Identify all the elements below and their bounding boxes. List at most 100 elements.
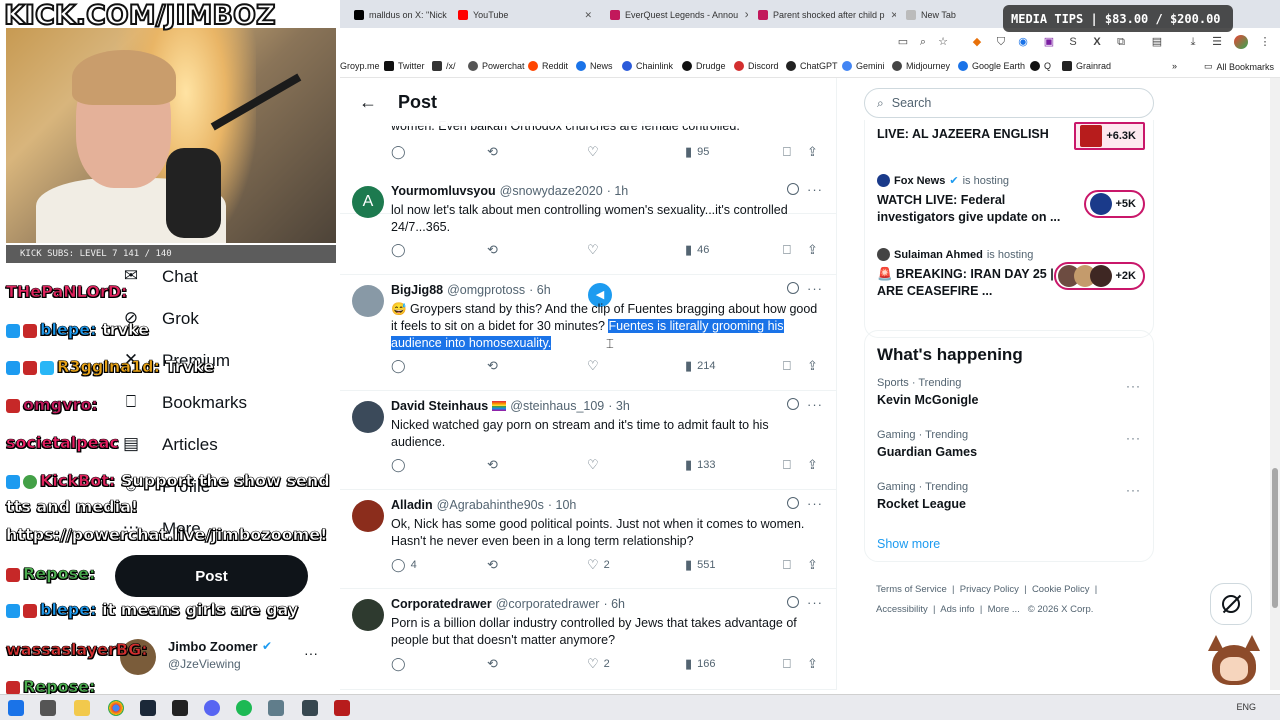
terms-link[interactable]: Terms of Service <box>876 584 947 595</box>
close-icon[interactable]: ✕ <box>885 10 896 21</box>
like-button[interactable]: ♡ <box>587 457 604 473</box>
more-icon[interactable]: ··· <box>1126 431 1141 445</box>
more-icon[interactable]: ··· <box>807 397 823 412</box>
repost-button[interactable]: ⟲ <box>487 358 503 374</box>
share-button[interactable]: ⇪ <box>807 242 823 258</box>
live-count-pill[interactable]: +2K <box>1053 262 1145 290</box>
views-button[interactable]: ▮ 46 <box>685 242 709 258</box>
like-button[interactable]: ♡ <box>587 242 604 258</box>
steam-icon[interactable] <box>140 700 156 716</box>
reply-button[interactable]: ◯ <box>391 358 411 374</box>
trend-item[interactable]: Sports · Trending Kevin McGonigle ··· <box>877 377 1147 407</box>
more-icon[interactable]: ··· <box>807 281 823 296</box>
bookmark-item[interactable]: News <box>576 61 613 71</box>
bookmark-item[interactable]: Reddit <box>528 61 568 71</box>
download-icon[interactable]: ⤓ <box>1186 35 1200 49</box>
profile-avatar-icon[interactable] <box>1234 35 1248 49</box>
star-icon[interactable]: ☆ <box>936 35 950 49</box>
reply-button[interactable]: ◯ <box>391 242 411 258</box>
more-icon[interactable]: ··· <box>1126 483 1141 497</box>
views-button[interactable]: ▮ 95 <box>685 144 709 160</box>
menu-icon[interactable]: ☰ <box>1210 35 1224 49</box>
tweet-time[interactable]: · 10h <box>548 498 577 512</box>
bookmark-item[interactable]: Chainlink <box>622 61 673 71</box>
grok-icon[interactable] <box>787 497 799 509</box>
author-handle[interactable]: @Agrabahinthe90s <box>437 498 544 512</box>
language-indicator[interactable]: ENG <box>1236 702 1256 712</box>
show-more-link[interactable]: Show more <box>877 537 940 551</box>
live-item[interactable]: Fox News ✔ is hosting WATCH LIVE: Federal … <box>877 174 1147 226</box>
spotify-icon[interactable] <box>236 700 252 716</box>
page-scrollbar[interactable] <box>1270 78 1280 690</box>
author-name[interactable]: Corporatedrawer <box>391 597 492 611</box>
more-icon[interactable]: ··· <box>304 645 318 661</box>
browser-tab[interactable]: Parent shocked after child p ✕ <box>752 4 896 26</box>
reply-button[interactable]: ◯ <box>391 656 411 672</box>
author-name[interactable]: David Steinhaus <box>391 399 488 413</box>
bookmark-item[interactable]: Grainrad <box>1062 61 1111 71</box>
like-button[interactable]: ♡ 2 <box>587 557 610 573</box>
bookmark-item[interactable]: ChatGPT <box>786 61 838 71</box>
live-item[interactable]: LIVE: AL JAZEERA ENGLISH +6.3K <box>877 122 1147 150</box>
author-name[interactable]: Yourmomluvsyou <box>391 184 496 198</box>
tweet[interactable]: David Steinhaus @steinhaus_109 · 3h ··· Ni… <box>340 391 836 490</box>
scrollbar-thumb[interactable] <box>1272 468 1278 608</box>
browser-tab[interactable]: EverQuest Legends - Annou ✕ <box>604 4 748 26</box>
repost-button[interactable]: ⟲ <box>487 557 503 573</box>
grok-icon[interactable] <box>787 596 799 608</box>
obs-icon[interactable] <box>302 700 318 716</box>
extension-icon[interactable]: ◆ <box>970 35 984 49</box>
tweet-time[interactable]: · 1h <box>607 184 629 198</box>
terminal-icon[interactable] <box>172 700 188 716</box>
views-button[interactable]: ▮ 214 <box>685 358 716 374</box>
share-button[interactable]: ⇪ <box>807 358 823 374</box>
author-name[interactable]: Alladin <box>391 498 433 512</box>
share-button[interactable]: ⇪ <box>807 656 823 672</box>
cookie-link[interactable]: Cookie Policy <box>1032 584 1090 595</box>
like-button[interactable]: ♡ <box>587 358 604 374</box>
bookmark-item[interactable]: Q <box>1030 61 1051 71</box>
author-handle[interactable]: @steinhaus_109 <box>510 399 604 413</box>
x-extension-icon[interactable]: X <box>1090 35 1104 49</box>
reply-button[interactable]: ◯ <box>391 144 411 160</box>
bookmark-button[interactable]: ⎕ <box>783 144 796 160</box>
cast-icon[interactable]: ▭ <box>896 35 910 49</box>
repost-button[interactable]: ⟲ <box>487 144 503 160</box>
all-bookmarks[interactable]: ▭ All Bookmarks <box>1204 61 1274 72</box>
back-arrow-icon[interactable]: ← <box>348 92 388 113</box>
app-icon[interactable] <box>334 700 350 716</box>
sidepanel-icon[interactable]: ▤ <box>1150 35 1164 49</box>
nav-chat[interactable]: ✉ Chat <box>120 262 198 292</box>
bookmark-item[interactable]: Groyp.me <box>340 61 380 71</box>
author-name[interactable]: BigJig88 <box>391 283 443 297</box>
reply-button[interactable]: ◯ 4 <box>391 557 417 573</box>
bookmark-button[interactable]: ⎕ <box>783 557 796 573</box>
zoom-icon[interactable]: ⌕ <box>916 35 930 49</box>
bookmark-button[interactable]: ⎕ <box>783 358 796 374</box>
extension-icon[interactable]: ▣ <box>1042 35 1056 49</box>
bookmark-item[interactable]: /x/ <box>432 61 456 71</box>
app-icon[interactable] <box>268 700 284 716</box>
tweet-time[interactable]: · 3h <box>608 399 630 413</box>
bookmark-item[interactable]: Google Earth <box>958 61 1025 71</box>
reply-button[interactable]: ◯ <box>391 457 411 473</box>
views-button[interactable]: ▮ 551 <box>685 557 716 573</box>
tweet[interactable]: BigJig88 @omgprotoss · 6h ··· ◀ 😅 Groypers… <box>340 275 836 391</box>
repost-button[interactable]: ⟲ <box>487 656 503 672</box>
chevron-right-icon[interactable]: » <box>1172 61 1177 71</box>
live-count-pill[interactable]: +6.3K <box>1074 122 1145 150</box>
bookmark-item[interactable]: Drudge <box>682 61 726 71</box>
puzzle-icon[interactable]: ⧉ <box>1114 35 1128 49</box>
author-handle[interactable]: @snowydaze2020 <box>500 184 603 198</box>
repost-button[interactable]: ⟲ <box>487 242 503 258</box>
more-link[interactable]: More ... <box>988 604 1020 615</box>
avatar[interactable]: A <box>352 186 384 218</box>
grok-icon[interactable] <box>787 183 799 195</box>
views-button[interactable]: ▮ 133 <box>685 457 716 473</box>
trend-item[interactable]: Gaming · Trending Rocket League ··· <box>877 481 1147 511</box>
live-item[interactable]: Sulaiman Ahmed is hosting 🚨 BREAKING: IRA… <box>877 248 1147 300</box>
avatar[interactable] <box>352 500 384 532</box>
browser-tab[interactable]: YouTube ✕ <box>452 4 598 26</box>
bookmark-button[interactable]: ⎕ <box>783 656 796 672</box>
more-icon[interactable]: ··· <box>1126 379 1141 393</box>
